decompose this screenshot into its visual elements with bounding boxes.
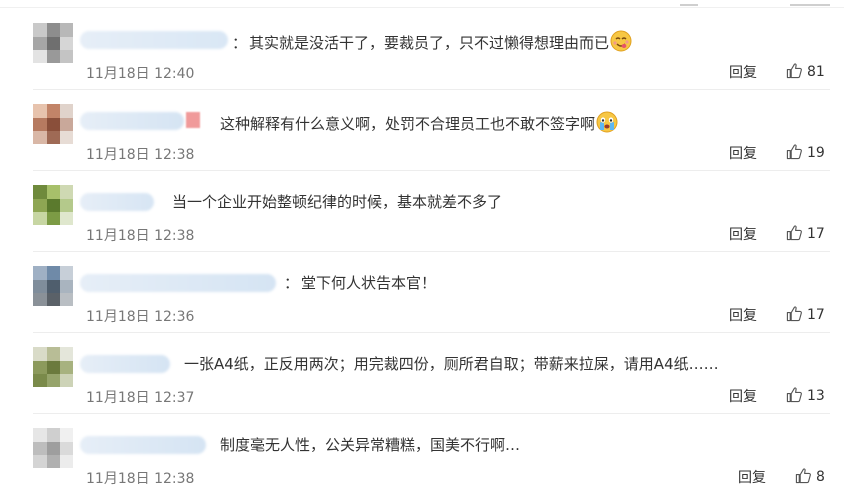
divider bbox=[33, 89, 830, 90]
avatar[interactable] bbox=[33, 347, 73, 387]
avatar[interactable] bbox=[33, 23, 73, 63]
divider bbox=[33, 413, 830, 414]
comment-time: 11月18日 12:40 bbox=[86, 66, 195, 82]
comment-text: 制度毫无人性，公关异常糟糕，国美不行啊… bbox=[220, 435, 520, 455]
comment-time: 11月18日 12:37 bbox=[86, 390, 195, 406]
comment-body: 其实就是没活干了，要裁员了，只不过懒得想理由而已 bbox=[249, 34, 610, 52]
divider bbox=[0, 7, 844, 8]
username-blurred[interactable] bbox=[80, 31, 228, 49]
cutoff-fragment bbox=[680, 0, 698, 6]
comment-text: 这种解释有什么意义啊，处罚不合理员工也不敢不签字啊 bbox=[220, 111, 618, 134]
like-button[interactable]: 13 bbox=[786, 386, 825, 404]
comment-text: 当一个企业开始整顿纪律的时候，基本就差不多了 bbox=[172, 192, 502, 212]
username-blurred[interactable] bbox=[80, 112, 184, 130]
like-button[interactable]: 19 bbox=[786, 143, 825, 161]
like-count: 8 bbox=[816, 469, 825, 485]
cutoff-fragment bbox=[790, 0, 830, 6]
comment-item: ：其实就是没活干了，要裁员了，只不过懒得想理由而已 11月18日 12:40 回… bbox=[0, 10, 844, 90]
thumbs-up-icon bbox=[786, 225, 802, 241]
like-button[interactable]: 81 bbox=[786, 62, 825, 80]
like-button[interactable]: 17 bbox=[786, 224, 825, 242]
thumbs-up-icon bbox=[795, 468, 811, 484]
comment-text: ：堂下何人状告本官！ bbox=[284, 273, 436, 293]
previous-comment-cutoff bbox=[0, 0, 844, 8]
comment-body: 一张A4纸，正反用两次；用完裁四份，厕所君自取；带薪来拉屎，请用A4纸…… bbox=[184, 355, 719, 373]
separator: ： bbox=[232, 34, 248, 52]
crying-face-emoji bbox=[596, 111, 618, 133]
avatar[interactable] bbox=[33, 266, 73, 306]
yummy-face-emoji bbox=[610, 30, 632, 52]
reply-button[interactable]: 回复 bbox=[738, 467, 766, 487]
comment-item: 这种解释有什么意义啊，处罚不合理员工也不敢不签字啊 11月18日 12:38 回… bbox=[0, 91, 844, 171]
username-blurred[interactable] bbox=[80, 193, 154, 211]
divider bbox=[33, 170, 830, 171]
comment-time: 11月18日 12:38 bbox=[86, 471, 195, 487]
reply-button[interactable]: 回复 bbox=[729, 305, 757, 325]
comment-body: 制度毫无人性，公关异常糟糕，国美不行啊… bbox=[220, 436, 521, 454]
comment-item: 一张A4纸，正反用两次；用完裁四份，厕所君自取；带薪来拉屎，请用A4纸…… 11… bbox=[0, 334, 844, 414]
comment-body: 堂下何人状告本官！ bbox=[301, 274, 437, 292]
reply-button[interactable]: 回复 bbox=[729, 62, 757, 82]
divider bbox=[33, 251, 830, 252]
comment-text: ：其实就是没活干了，要裁员了，只不过懒得想理由而已 bbox=[232, 30, 632, 53]
like-count: 19 bbox=[807, 145, 825, 161]
thumbs-up-icon bbox=[786, 306, 802, 322]
comment-time: 11月18日 12:38 bbox=[86, 228, 195, 244]
comment-time: 11月18日 12:36 bbox=[86, 309, 195, 325]
like-count: 81 bbox=[807, 64, 825, 80]
reply-button[interactable]: 回复 bbox=[729, 224, 757, 244]
badge-blurred bbox=[186, 112, 200, 128]
username-blurred[interactable] bbox=[80, 274, 276, 292]
like-button[interactable]: 8 bbox=[795, 467, 825, 485]
like-button[interactable]: 17 bbox=[786, 305, 825, 323]
reply-button[interactable]: 回复 bbox=[729, 143, 757, 163]
thumbs-up-icon bbox=[786, 387, 802, 403]
thumbs-up-icon bbox=[786, 144, 802, 160]
like-count: 17 bbox=[807, 226, 825, 242]
comment-body: 这种解释有什么意义啊，处罚不合理员工也不敢不签字啊 bbox=[220, 115, 596, 133]
avatar[interactable] bbox=[33, 185, 73, 225]
username-blurred[interactable] bbox=[80, 436, 206, 454]
comment-time: 11月18日 12:38 bbox=[86, 147, 195, 163]
thumbs-up-icon bbox=[786, 63, 802, 79]
username-blurred[interactable] bbox=[80, 355, 170, 373]
comment-item: 制度毫无人性，公关异常糟糕，国美不行啊… 11月18日 12:38 回复 8 bbox=[0, 415, 844, 495]
avatar[interactable] bbox=[33, 428, 73, 468]
comment-text: 一张A4纸，正反用两次；用完裁四份，厕所君自取；带薪来拉屎，请用A4纸…… bbox=[184, 354, 719, 374]
reply-button[interactable]: 回复 bbox=[729, 386, 757, 406]
like-count: 13 bbox=[807, 388, 825, 404]
like-count: 17 bbox=[807, 307, 825, 323]
comment-item: 当一个企业开始整顿纪律的时候，基本就差不多了 11月18日 12:38 回复 1… bbox=[0, 172, 844, 252]
comment-item: ：堂下何人状告本官！ 11月18日 12:36 回复 17 bbox=[0, 253, 844, 333]
comment-body: 当一个企业开始整顿纪律的时候，基本就差不多了 bbox=[172, 193, 503, 211]
separator: ： bbox=[284, 274, 300, 292]
avatar[interactable] bbox=[33, 104, 73, 144]
divider bbox=[33, 332, 830, 333]
